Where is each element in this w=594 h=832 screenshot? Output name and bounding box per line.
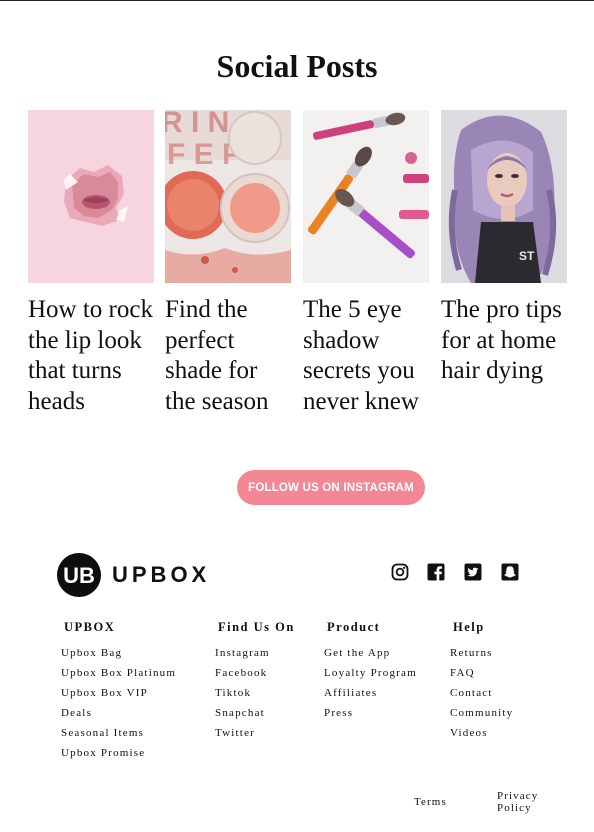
- privacy-policy-line: Privacy: [497, 790, 539, 802]
- post-card[interactable]: The 5 eye shadow secrets you never knew: [303, 110, 429, 417]
- footer-link[interactable]: Affiliates: [324, 683, 417, 703]
- footer-link[interactable]: FAQ: [450, 663, 513, 683]
- instagram-icon[interactable]: [391, 563, 409, 581]
- follow-instagram-button[interactable]: FOLLOW US ON INSTAGRAM: [237, 470, 425, 505]
- top-divider: [0, 0, 594, 1]
- post-caption[interactable]: Find the perfect shade for the season: [165, 295, 291, 417]
- post-image-compacts[interactable]: R I N F E P: [165, 110, 291, 283]
- privacy-policy-link[interactable]: Privacy Policy: [497, 790, 538, 814]
- footer-heading: Help: [453, 620, 485, 634]
- footer-link[interactable]: Videos: [450, 723, 513, 743]
- footer-link[interactable]: Press: [324, 703, 417, 723]
- footer-link[interactable]: Tiktok: [215, 683, 295, 703]
- post-image-brushes[interactable]: [303, 110, 429, 283]
- footer-link[interactable]: Twitter: [215, 723, 295, 743]
- footer-column-find-us-on: Find Us On Instagram Facebook Tiktok Sna…: [215, 620, 295, 743]
- post-card[interactable]: ST The pro tips for at home hair dying: [441, 110, 567, 387]
- svg-text:R I N: R I N: [165, 110, 229, 139]
- post-caption[interactable]: How to rock the lip look that turns head…: [28, 295, 154, 417]
- footer-link[interactable]: Contact: [450, 683, 513, 703]
- logo-monogram: UB: [63, 563, 95, 588]
- footer-link[interactable]: Loyalty Program: [324, 663, 417, 683]
- footer-link[interactable]: Instagram: [215, 643, 295, 663]
- footer-link[interactable]: Get the App: [324, 643, 417, 663]
- svg-text:ST: ST: [519, 249, 535, 263]
- post-card[interactable]: How to rock the lip look that turns head…: [28, 110, 154, 417]
- post-card[interactable]: R I N F E P Find the perfect shade for t…: [165, 110, 291, 417]
- footer-link[interactable]: Upbox Bag: [61, 643, 176, 663]
- footer-link[interactable]: Upbox Box Platinum: [61, 663, 176, 683]
- post-caption[interactable]: The pro tips for at home hair dying: [441, 295, 567, 387]
- footer-column-product: Product Get the App Loyalty Program Affi…: [324, 620, 417, 723]
- privacy-policy-line: Policy: [497, 802, 532, 814]
- footer-link[interactable]: Returns: [450, 643, 513, 663]
- footer-link[interactable]: Seasonal Items: [61, 723, 176, 743]
- snapchat-icon[interactable]: [501, 563, 519, 581]
- upbox-logo-icon[interactable]: UB: [57, 553, 101, 597]
- facebook-icon[interactable]: [427, 563, 445, 581]
- footer-link[interactable]: Community: [450, 703, 513, 723]
- footer-column-upbox: UPBOX Upbox Bag Upbox Box Platinum Upbox…: [61, 620, 176, 763]
- brand-wordmark[interactable]: UPBOX: [112, 562, 210, 588]
- post-image-lips[interactable]: [28, 110, 154, 283]
- section-title: Social Posts: [216, 48, 378, 84]
- footer-link[interactable]: Upbox Box VIP: [61, 683, 176, 703]
- post-caption[interactable]: The 5 eye shadow secrets you never knew: [303, 295, 429, 417]
- footer-link[interactable]: Facebook: [215, 663, 295, 683]
- footer-column-help: Help Returns FAQ Contact Community Video…: [450, 620, 513, 743]
- footer-link[interactable]: Snapchat: [215, 703, 295, 723]
- footer-link[interactable]: Upbox Promise: [61, 743, 176, 763]
- post-image-purple-hair[interactable]: ST: [441, 110, 567, 283]
- terms-link[interactable]: Terms: [414, 796, 447, 808]
- footer-heading: UPBOX: [64, 620, 116, 634]
- footer-heading: Product: [327, 620, 381, 634]
- footer-link[interactable]: Deals: [61, 703, 176, 723]
- twitter-icon[interactable]: [464, 563, 482, 581]
- footer-heading: Find Us On: [218, 620, 295, 634]
